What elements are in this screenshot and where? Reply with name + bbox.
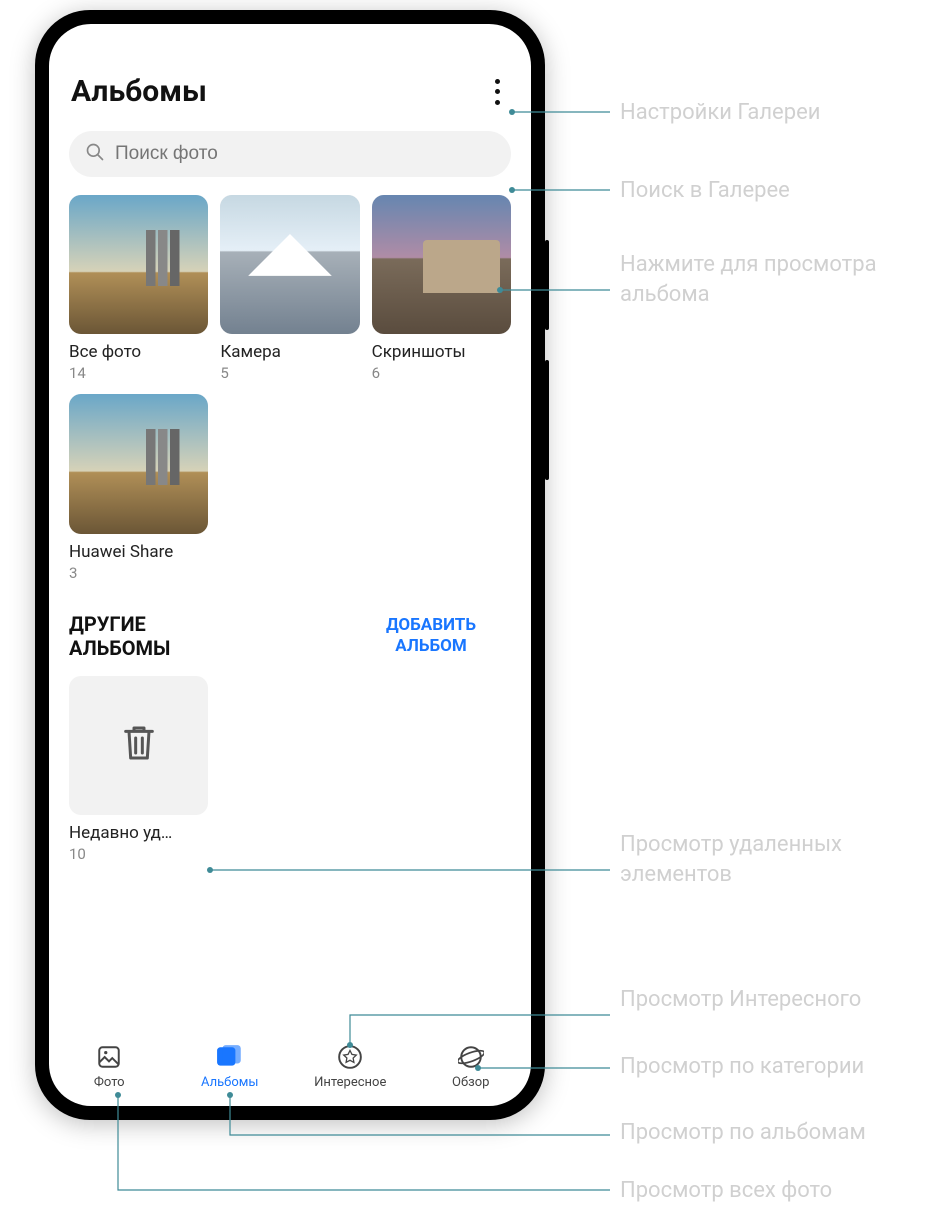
- album-count: 14: [69, 364, 208, 382]
- album-thumbnail: [69, 394, 208, 533]
- bottom-nav: Фото Альбомы Интересное Обзор: [49, 1026, 531, 1106]
- screen: Альбомы Все фото 14 Камера 5: [49, 24, 531, 1106]
- callout-settings: Настройки Галереи: [620, 98, 820, 128]
- section-title: ДРУГИЕ АЛЬБОМЫ: [69, 612, 249, 660]
- trash-icon: [119, 721, 159, 769]
- album-item[interactable]: Все фото 14: [69, 195, 208, 382]
- photos-icon: [95, 1043, 123, 1071]
- callout-interesting: Просмотр Интересного: [620, 985, 861, 1015]
- phone-frame: Альбомы Все фото 14 Камера 5: [35, 10, 545, 1120]
- nav-label: Фото: [94, 1075, 125, 1090]
- albums-icon: [216, 1043, 244, 1071]
- nav-albums[interactable]: Альбомы: [170, 1026, 291, 1106]
- nav-label: Обзор: [452, 1075, 489, 1090]
- album-thumbnail: [69, 676, 208, 815]
- callout-search: Поиск в Галерее: [620, 176, 790, 206]
- search-input[interactable]: [115, 143, 495, 165]
- albums-grid: Все фото 14 Камера 5 Скриншоты 6 Huawei …: [49, 195, 531, 582]
- nav-photos[interactable]: Фото: [49, 1026, 170, 1106]
- album-thumbnail: [372, 195, 511, 334]
- nav-interesting[interactable]: Интересное: [290, 1026, 411, 1106]
- recently-deleted-album[interactable]: Недавно уд… 10: [69, 676, 208, 863]
- nav-overview[interactable]: Обзор: [411, 1026, 532, 1106]
- star-circle-icon: [336, 1043, 364, 1071]
- callout-by-albums: Просмотр по альбомам: [620, 1118, 866, 1148]
- callout-album-tap: Нажмите для просмотра альбома: [620, 250, 900, 309]
- search-icon: [85, 142, 105, 166]
- header: Альбомы: [49, 74, 531, 119]
- album-count: 5: [220, 364, 359, 382]
- search-bar[interactable]: [69, 131, 511, 177]
- album-name: Все фото: [69, 342, 208, 362]
- album-count: 3: [69, 564, 208, 582]
- other-albums-header: ДРУГИЕ АЛЬБОМЫ ДОБАВИТЬ АЛЬБОМ: [49, 582, 531, 676]
- status-bar: [49, 24, 531, 74]
- more-menu-icon[interactable]: [485, 77, 509, 107]
- album-thumbnail: [220, 195, 359, 334]
- album-item[interactable]: Камера 5: [220, 195, 359, 382]
- page-title: Альбомы: [71, 74, 207, 109]
- phone-side-button: [545, 240, 549, 330]
- add-album-button[interactable]: ДОБАВИТЬ АЛЬБОМ: [351, 615, 511, 656]
- album-name: Недавно уд…: [69, 823, 208, 843]
- nav-label: Альбомы: [201, 1075, 259, 1090]
- album-name: Камера: [220, 342, 359, 362]
- callout-category: Просмотр по категории: [620, 1052, 864, 1082]
- album-count: 10: [69, 845, 208, 863]
- nav-label: Интересное: [314, 1075, 386, 1090]
- album-name: Скриншоты: [372, 342, 511, 362]
- album-item[interactable]: Скриншоты 6: [372, 195, 511, 382]
- album-name: Huawei Share: [69, 542, 208, 562]
- callout-all-photos: Просмотр всех фото: [620, 1176, 832, 1206]
- callout-deleted: Просмотр удаленных элементов: [620, 830, 900, 889]
- other-albums-grid: Недавно уд… 10: [49, 676, 531, 863]
- phone-side-button: [545, 360, 549, 480]
- planet-icon: [457, 1043, 485, 1071]
- album-item[interactable]: Huawei Share 3: [69, 394, 208, 581]
- album-count: 6: [372, 364, 511, 382]
- album-thumbnail: [69, 195, 208, 334]
